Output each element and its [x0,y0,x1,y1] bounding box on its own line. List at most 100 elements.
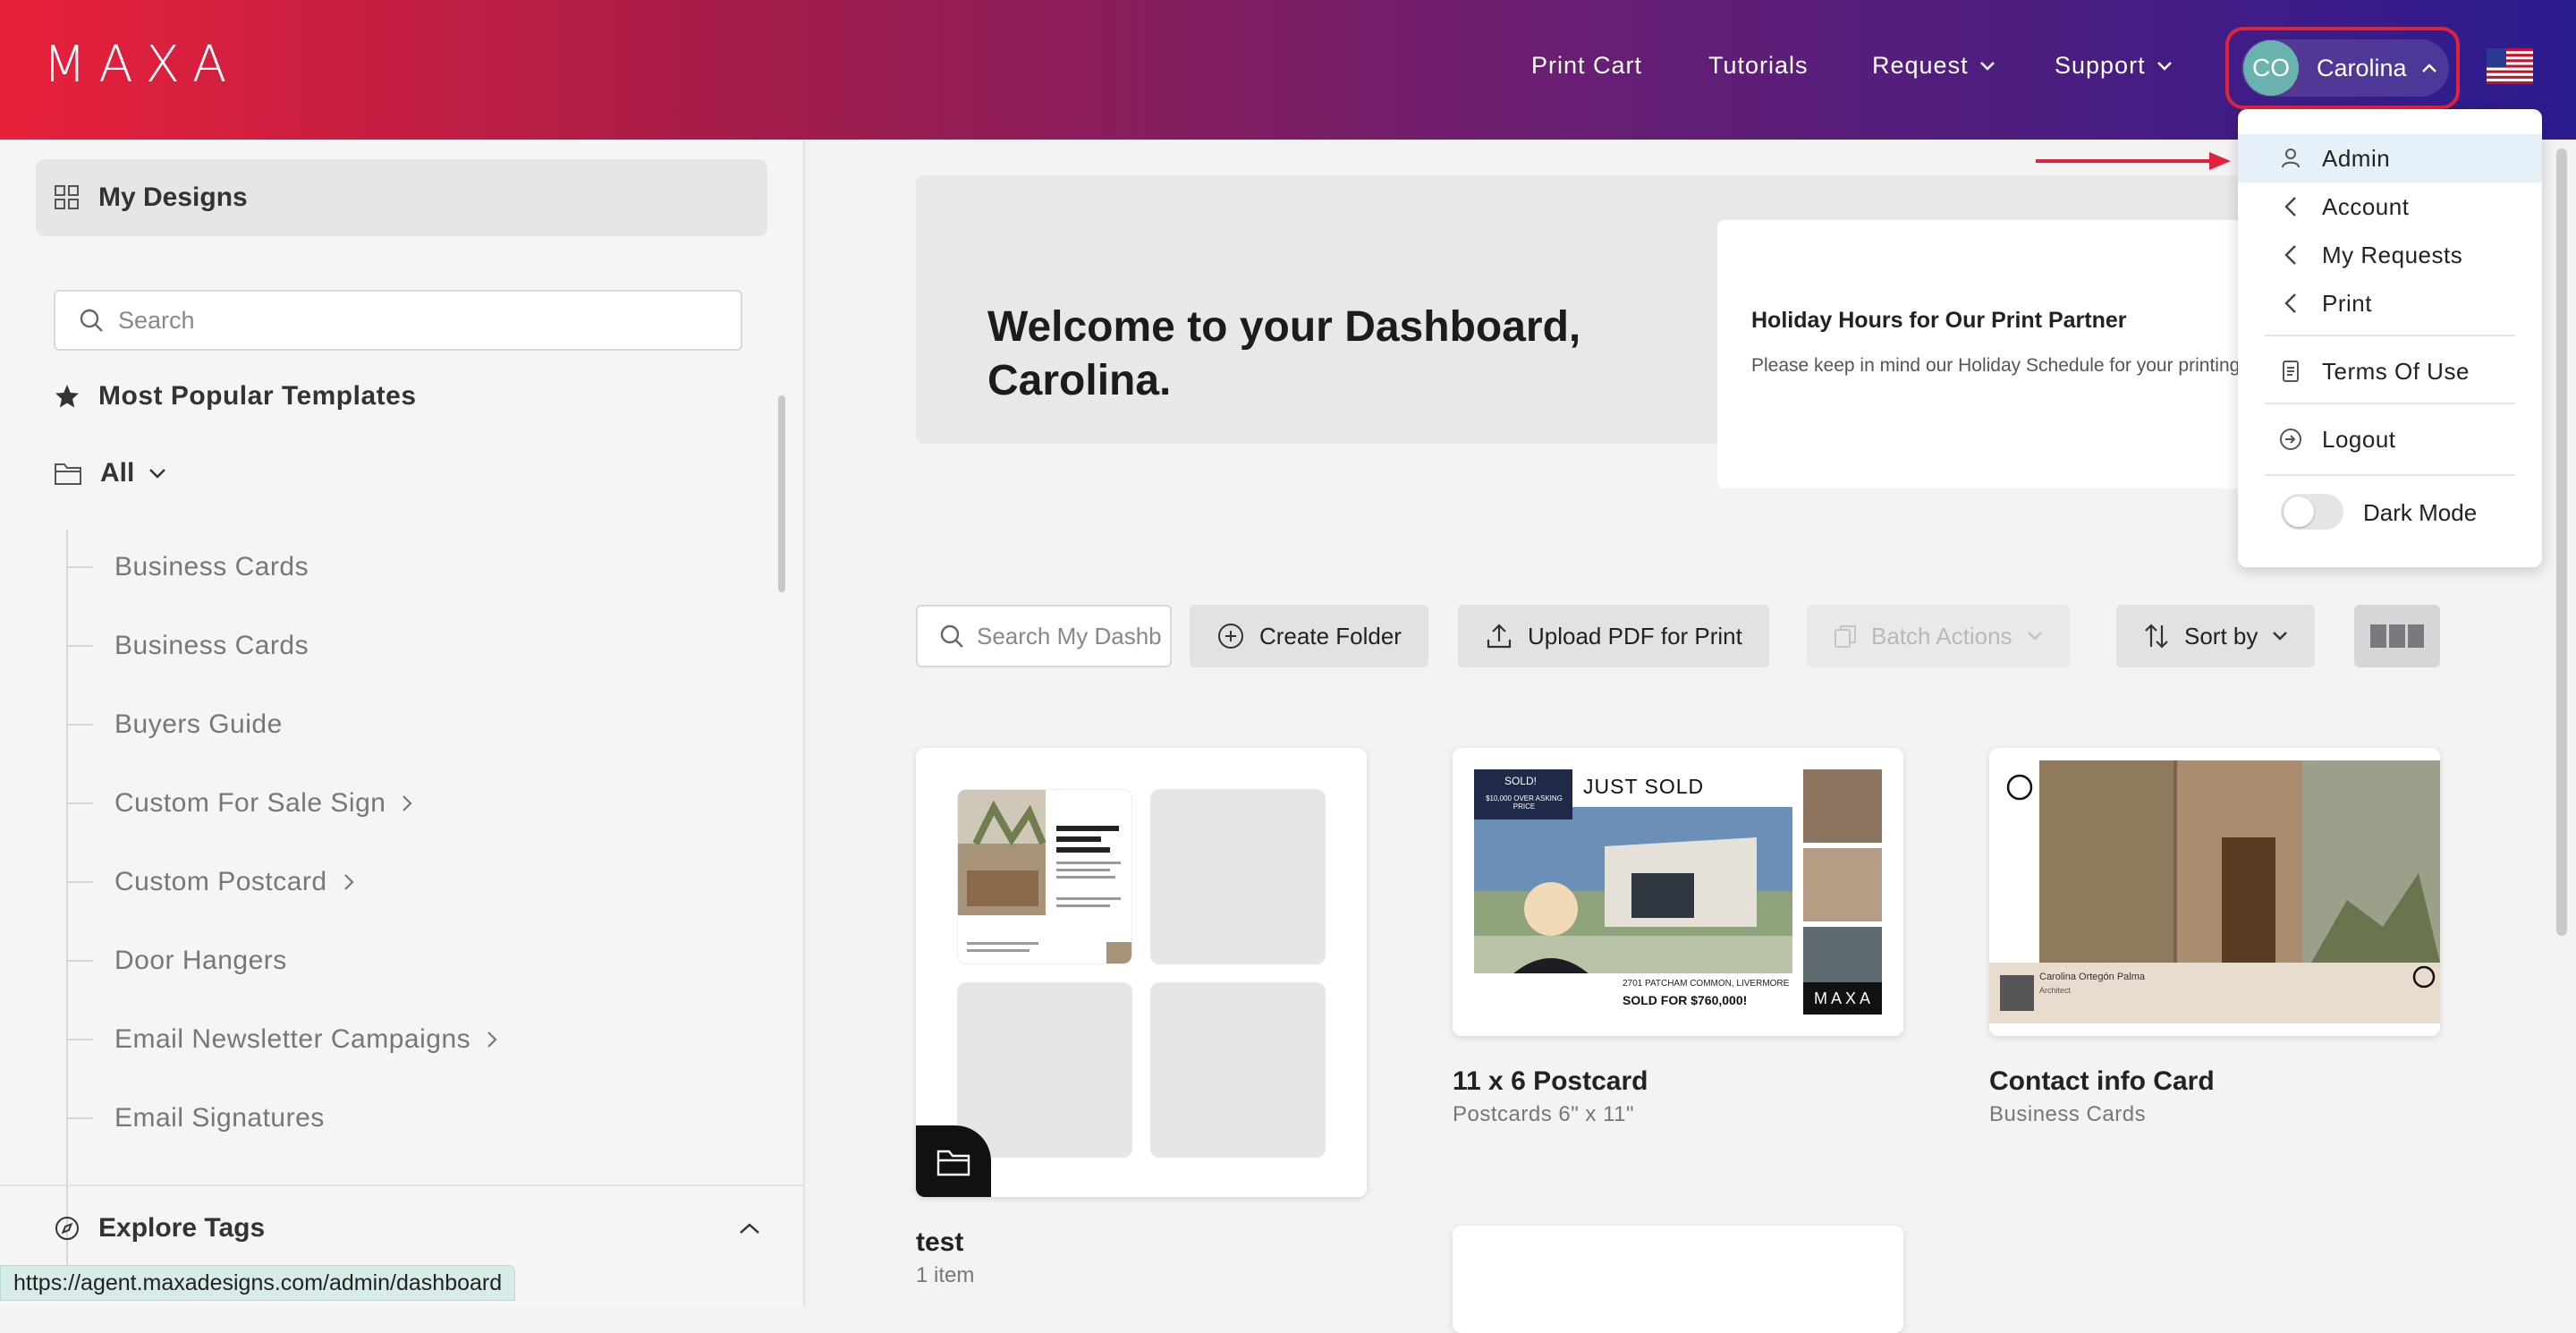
folder-thumbnail[interactable] [916,748,1367,1197]
dashboard-search[interactable] [916,605,1172,667]
card-title: Contact info Card [1989,1066,2215,1096]
compass-icon [54,1215,80,1242]
all-label: All [100,458,135,488]
sidebar-item-email-signatures[interactable]: Email Signatures [68,1091,325,1145]
sidebar-search[interactable] [54,290,742,351]
nav-print-cart-label: Print Cart [1531,52,1643,79]
sidebar-item-custom-for-sale-sign[interactable]: Custom For Sale Sign [68,777,413,830]
menu-item-label: My Requests [2322,241,2463,268]
us-flag-icon[interactable] [2487,48,2533,84]
chevron-up-icon [2421,63,2437,73]
folder-preview-image [957,789,1132,964]
chevron-down-icon [1979,61,1996,72]
copy-icon [1834,624,1857,649]
menu-item-label: Account [2322,192,2410,220]
dark-mode-toggle[interactable] [2281,494,2343,530]
status-bar-url: https://agent.maxadesigns.com/admin/dash… [0,1265,516,1301]
contact-name: Carolina Ortegón Palma [2039,972,2146,982]
chevron-left-icon [2277,244,2304,266]
menu-divider [2265,403,2515,404]
welcome-heading: Welcome to your Dashboard, Carolina. [987,303,1581,404]
card-title: 11 x 6 Postcard [1453,1066,1648,1096]
grid-icon [54,184,80,211]
sort-by-button[interactable]: Sort by [2116,605,2316,667]
sidebar-item-email-newsletter-campaigns[interactable]: Email Newsletter Campaigns [68,1013,497,1066]
nav-request[interactable]: Request [1872,52,1996,80]
nav-tutorials[interactable]: Tutorials [1708,52,1809,80]
folder-open-icon [54,461,82,486]
logout-icon [2277,428,2304,451]
chevron-right-icon [487,1031,497,1049]
maxa-logo[interactable]: MAXA [43,36,239,94]
menu-item-admin[interactable]: Admin [2238,134,2542,183]
design-card[interactable]: Carolina Ortegón Palma Architect Contact… [1989,748,2440,1127]
design-card[interactable]: SOLD! $10,000 OVER ASKING PRICE JUST SOL… [1453,748,1903,1127]
menu-divider [2265,474,2515,476]
nav-print-cart[interactable]: Print Cart [1531,52,1642,80]
menu-item-label: Logout [2322,425,2396,453]
document-icon [2277,360,2304,383]
create-folder-button[interactable]: Create Folder [1190,605,1428,667]
sidebar-item-business-cards[interactable]: Business Cards [68,540,309,594]
chevron-left-icon [2277,196,2304,217]
most-popular-label: Most Popular Templates [98,381,417,411]
user-dropdown-menu: Admin Account My Requests Print Terms Of… [2238,109,2542,567]
chevron-down-icon [2157,61,2173,72]
nav-tutorials-label: Tutorials [1708,52,1809,79]
sidebar-scrollbar[interactable] [778,395,785,592]
folder-placeholder [957,982,1132,1158]
create-folder-label: Create Folder [1259,622,1402,650]
toggle-knob [2284,497,2314,527]
postcard-address: 2701 PATCHAM COMMON, LIVERMORE [1623,979,1790,989]
menu-item-account[interactable]: Account [2238,183,2542,231]
chevron-right-icon [402,794,413,812]
view-toggle-button[interactable] [2354,605,2440,667]
notice-body: Please keep in mind our Holiday Schedule… [1751,355,2302,376]
sidebar-item-label: Custom Postcard [114,867,327,896]
folder-placeholder [1150,789,1326,964]
upload-pdf-button[interactable]: Upload PDF for Print [1458,605,1769,667]
chevron-down-icon [2027,631,2043,641]
sidebar-item-label: Email Signatures [114,1103,325,1133]
sidebar-item-business-cards[interactable]: Business Cards [68,619,309,673]
postcard-thumbnail[interactable]: SOLD! $10,000 OVER ASKING PRICE JUST SOL… [1453,748,1903,1036]
batch-actions-button[interactable]: Batch Actions [1807,605,2070,667]
sidebar-item-label: Business Cards [114,631,309,660]
chevron-down-icon [148,468,166,479]
plus-circle-icon [1216,622,1245,650]
main-scrollbar[interactable] [2556,149,2567,936]
design-card[interactable] [1453,1226,1903,1333]
top-header: MAXA Print Cart Tutorials Request Suppor… [0,0,2576,140]
search-icon [939,624,964,649]
my-designs-button[interactable]: My Designs [36,159,767,236]
just-sold-headline: JUST SOLD [1583,775,1705,798]
search-icon [79,308,104,333]
sidebar-item-label: Custom For Sale Sign [114,788,386,818]
most-popular-templates[interactable]: Most Popular Templates [54,381,417,412]
explore-tags-label: Explore Tags [98,1213,266,1243]
my-designs-label: My Designs [98,183,248,212]
folder-card[interactable]: test 1 item [916,748,1367,1288]
menu-item-print[interactable]: Print [2238,279,2542,327]
sidebar-search-input[interactable] [116,305,698,335]
chevron-right-icon [343,873,354,891]
user-menu-button[interactable]: CO Carolina [2241,39,2449,97]
menu-item-my-requests[interactable]: My Requests [2238,231,2542,279]
menu-item-label: Admin [2322,144,2391,172]
sidebar-item-custom-postcard[interactable]: Custom Postcard [68,855,354,909]
nav-support[interactable]: Support [2055,52,2173,80]
contact-card-thumbnail[interactable]: Carolina Ortegón Palma Architect [1989,748,2440,1036]
divider [0,1184,803,1186]
menu-item-logout[interactable]: Logout [2238,415,2542,463]
menu-item-label: Print [2322,289,2372,317]
all-folder-toggle[interactable]: All [54,458,166,488]
explore-tags-toggle[interactable]: Explore Tags [54,1213,760,1244]
sort-by-label: Sort by [2184,622,2258,650]
notice-title: Holiday Hours for Our Print Partner [1751,308,2127,333]
sidebar-item-door-hangers[interactable]: Door Hangers [68,934,287,988]
annotation-arrow [2036,152,2231,170]
sidebar-item-label: Door Hangers [114,946,287,975]
dashboard-search-input[interactable] [975,621,1163,651]
sidebar-item-buyers-guide[interactable]: Buyers Guide [68,698,283,751]
menu-item-terms-of-use[interactable]: Terms Of Use [2238,347,2542,395]
